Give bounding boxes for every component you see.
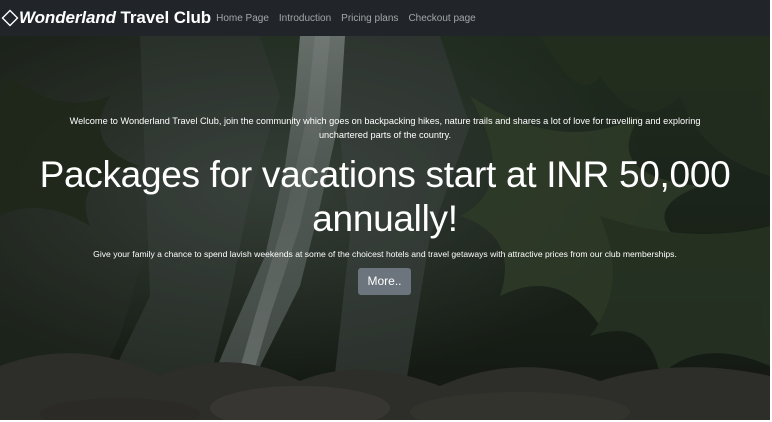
page: Wonderland Travel Club Home Page Introdu… xyxy=(0,0,770,420)
hero-headline: Packages for vacations start at INR 50,0… xyxy=(39,154,731,239)
brand-name-italic: Wonderland xyxy=(19,8,116,27)
navbar: Wonderland Travel Club Home Page Introdu… xyxy=(0,0,770,36)
nav-link-introduction[interactable]: Introduction xyxy=(279,13,331,24)
hero-subtext: Give your family a chance to spend lavis… xyxy=(93,249,677,259)
brand-name-rest: Travel Club xyxy=(115,8,212,27)
nav-link-checkout-page[interactable]: Checkout page xyxy=(408,13,475,24)
brand-name: Wonderland Travel Club xyxy=(19,8,211,28)
diamond-icon xyxy=(1,9,19,27)
more-button[interactable]: More.. xyxy=(358,268,411,295)
welcome-text: Welcome to Wonderland Travel Club, join … xyxy=(69,116,701,140)
nav-links: Home Page Introduction Pricing plans Che… xyxy=(216,13,486,24)
hero-section: Welcome to Wonderland Travel Club, join … xyxy=(0,36,770,420)
nav-link-home-page[interactable]: Home Page xyxy=(216,13,269,24)
nav-link-pricing-plans[interactable]: Pricing plans xyxy=(341,13,398,24)
brand-logo[interactable]: Wonderland Travel Club xyxy=(1,8,211,28)
